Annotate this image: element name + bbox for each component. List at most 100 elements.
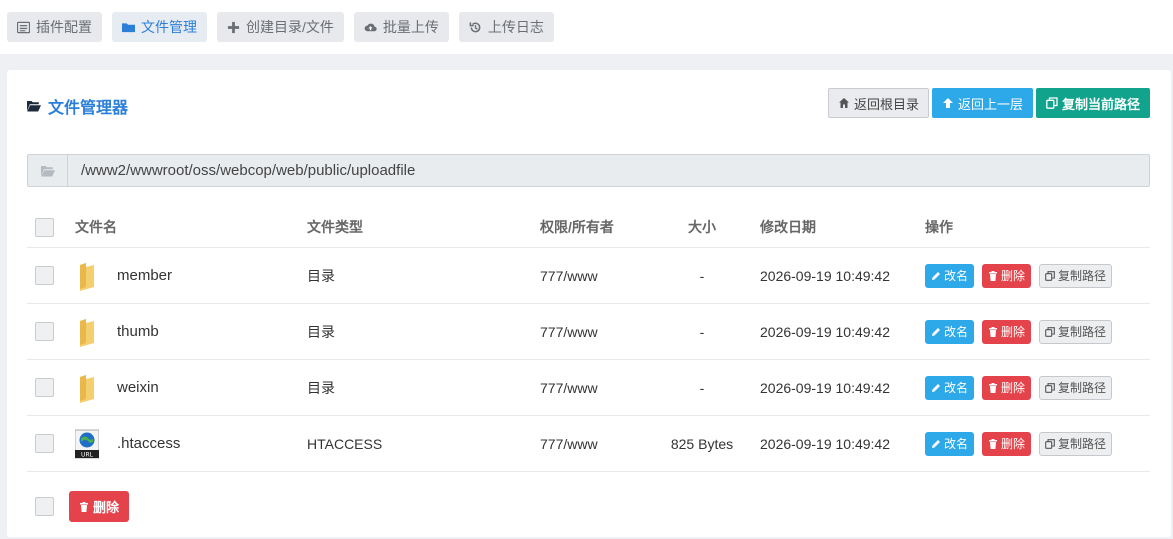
- copy-path-label: 复制路径: [1058, 381, 1107, 395]
- delete-label: 删除: [1001, 437, 1026, 451]
- panel-title: 文件管理器: [27, 94, 128, 118]
- header-perm[interactable]: 权限/所有者: [540, 207, 614, 247]
- folder-icon: [80, 262, 94, 291]
- copy-path-label: 复制路径: [1058, 437, 1107, 451]
- tab-plugin-config[interactable]: 插件配置: [7, 12, 102, 42]
- back-to-root-button[interactable]: 返回根目录: [827, 88, 929, 118]
- perm-cell: 777/www: [540, 267, 598, 284]
- date-cell: 2026-09-19 10:49:42: [760, 379, 890, 396]
- row-checkbox[interactable]: [35, 434, 54, 453]
- rename-button[interactable]: 改名: [925, 431, 975, 456]
- tab-upload-log[interactable]: 上传日志: [458, 12, 554, 42]
- pencil-icon: [932, 327, 940, 336]
- delete-button[interactable]: 删除: [982, 263, 1032, 288]
- copy-current-path-label: 复制当前路径: [1061, 96, 1140, 112]
- copy-icon: [1045, 382, 1055, 393]
- row-checkbox[interactable]: [35, 378, 54, 397]
- go-up-button[interactable]: 返回上一层: [931, 88, 1033, 118]
- row-checkbox-cell: [35, 360, 54, 415]
- delete-button[interactable]: 删除: [982, 431, 1032, 456]
- name-cell: thumb: [75, 304, 159, 359]
- type-cell: 目录: [307, 323, 335, 340]
- perm-cell: 777/www: [540, 379, 598, 396]
- table-row: thumb 目录 777/www - 2026-09-19 10:49:42 改…: [27, 304, 1150, 360]
- rename-button[interactable]: 改名: [925, 263, 975, 288]
- tab-label: 上传日志: [487, 19, 544, 35]
- copy-path-label: 复制路径: [1058, 325, 1107, 339]
- table-row: weixin 目录 777/www - 2026-09-19 10:49:42 …: [27, 360, 1150, 416]
- bulk-select-checkbox[interactable]: [35, 497, 54, 516]
- header-type[interactable]: 文件类型: [307, 207, 363, 247]
- arrow-up-icon: [942, 98, 953, 108]
- tab-file-manager[interactable]: 文件管理: [112, 12, 207, 42]
- delete-button[interactable]: 删除: [982, 319, 1032, 344]
- plus-icon: [227, 21, 240, 33]
- rename-label: 改名: [944, 325, 969, 339]
- bulk-delete-label: 删除: [93, 500, 120, 515]
- file-name-link[interactable]: .htaccess: [117, 435, 180, 452]
- trash-icon: [80, 501, 88, 512]
- back-to-root-label: 返回根目录: [853, 96, 919, 112]
- trash-icon: [989, 270, 998, 281]
- size-cell: -: [699, 267, 705, 284]
- name-cell: URL .htaccess: [75, 416, 180, 471]
- go-up-label: 返回上一层: [957, 96, 1023, 112]
- delete-label: 删除: [1001, 325, 1026, 339]
- trash-icon: [989, 382, 998, 393]
- select-all-cell: [35, 207, 54, 247]
- row-checkbox[interactable]: [35, 266, 54, 285]
- folder-open-icon: [27, 101, 41, 112]
- trash-icon: [989, 438, 998, 449]
- row-checkbox-cell: [35, 248, 54, 303]
- copy-path-button[interactable]: 复制路径: [1039, 431, 1113, 456]
- pencil-icon: [932, 383, 940, 392]
- path-bar: /www2/wwwroot/oss/webcop/web/public/uplo…: [27, 154, 1150, 187]
- name-cell: weixin: [75, 360, 159, 415]
- bulk-actions: 删除: [35, 491, 130, 522]
- date-cell: 2026-09-19 10:49:42: [760, 323, 890, 340]
- file-table: 文件名 文件类型 权限/所有者 大小 修改日期 操作 member 目录 777…: [27, 207, 1150, 472]
- tab-label: 文件管理: [141, 19, 197, 35]
- copy-current-path-button[interactable]: 复制当前路径: [1035, 88, 1150, 118]
- name-cell: member: [75, 248, 172, 303]
- tab-label: 创建目录/文件: [246, 19, 334, 35]
- trash-icon: [989, 326, 998, 337]
- header-date[interactable]: 修改日期: [760, 207, 816, 247]
- file-name-link[interactable]: member: [117, 267, 172, 284]
- select-all-checkbox[interactable]: [35, 217, 54, 237]
- copy-path-button[interactable]: 复制路径: [1039, 375, 1113, 400]
- delete-label: 删除: [1001, 381, 1026, 395]
- row-checkbox[interactable]: [35, 322, 54, 341]
- tab-label: 批量上传: [382, 19, 439, 35]
- bulk-delete-button[interactable]: 删除: [69, 491, 130, 522]
- tab-label: 插件配置: [36, 19, 92, 35]
- url-file-icon: URL: [75, 429, 99, 458]
- rename-label: 改名: [944, 269, 969, 283]
- panel-actions: 返回根目录 返回上一层 复制当前路径: [827, 88, 1150, 118]
- perm-cell: 777/www: [540, 435, 598, 452]
- file-name-link[interactable]: thumb: [117, 323, 159, 340]
- folder-icon: [122, 22, 135, 32]
- file-name-link[interactable]: weixin: [117, 379, 159, 396]
- type-cell: HTACCESS: [307, 435, 383, 452]
- size-cell: -: [699, 379, 705, 396]
- header-name[interactable]: 文件名: [75, 207, 117, 247]
- svg-text:URL: URL: [81, 451, 94, 458]
- header-ops: 操作: [925, 219, 953, 235]
- copy-path-button[interactable]: 复制路径: [1039, 319, 1113, 344]
- tab-batch-upload[interactable]: 批量上传: [353, 12, 449, 42]
- rename-label: 改名: [944, 437, 969, 451]
- panel-title-text: 文件管理器: [48, 100, 129, 117]
- copy-icon: [1045, 438, 1055, 449]
- pencil-icon: [932, 439, 940, 448]
- header-size[interactable]: 大小: [642, 207, 762, 247]
- copy-path-label: 复制路径: [1058, 269, 1107, 283]
- folder-open-icon: [40, 165, 55, 176]
- rename-button[interactable]: 改名: [925, 375, 975, 400]
- ops-cell: 改名 删除 复制路径: [925, 248, 1113, 303]
- copy-path-button[interactable]: 复制路径: [1039, 263, 1113, 288]
- folder-icon: [80, 318, 94, 347]
- rename-button[interactable]: 改名: [925, 319, 975, 344]
- tab-create-dir-file[interactable]: 创建目录/文件: [217, 12, 344, 42]
- delete-button[interactable]: 删除: [982, 375, 1032, 400]
